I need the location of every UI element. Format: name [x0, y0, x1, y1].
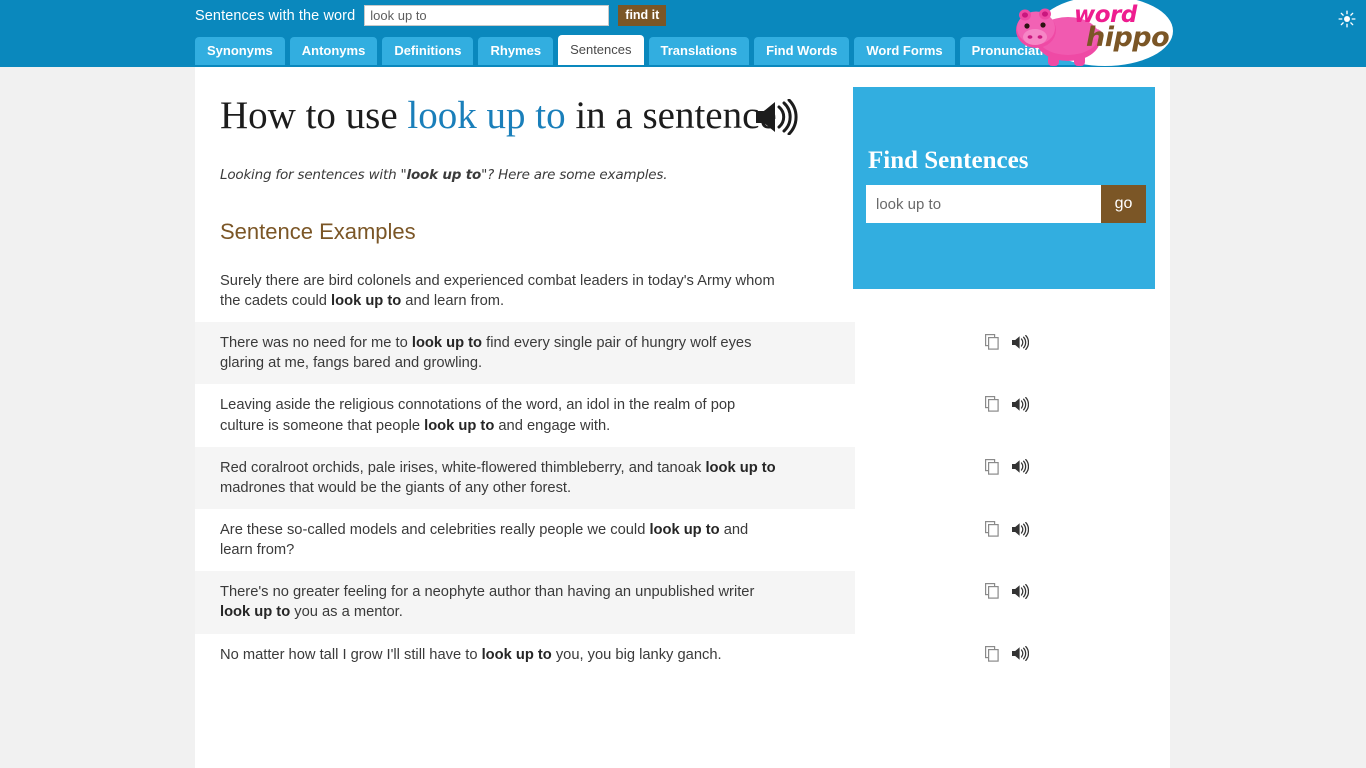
page-title-prefix: How to use [220, 94, 408, 137]
search-label: Sentences with the word [195, 7, 356, 24]
header-search-row: Sentences with the word find it [195, 5, 667, 26]
title-block: How to use look up to in a sentence [195, 67, 830, 141]
wordhippo-logo[interactable]: word hippo [1012, 0, 1177, 68]
sentence-pre: No matter how tall I grow I'll still hav… [220, 646, 482, 663]
sentence-post: and learn from. [401, 293, 505, 310]
top-header-bar: Sentences with the word find it Synonyms… [0, 0, 1366, 67]
sentence-keyword: look up to [649, 522, 720, 539]
sentence-post: you, you big lanky ganch. [551, 646, 722, 663]
sentence-row-actions [985, 645, 1030, 662]
tab-sentences[interactable]: Sentences [558, 35, 644, 65]
find-sentences-title: Find Sentences [868, 147, 1029, 174]
find-sentences-form: go [866, 185, 1146, 223]
speaker-icon[interactable] [1011, 334, 1030, 350]
subtitle-keyword: look up to [406, 166, 482, 183]
tab-antonyms[interactable]: Antonyms [289, 37, 378, 65]
sentence-post: you as a mentor. [290, 604, 403, 621]
find-sentences-panel: Find Sentences go [853, 87, 1155, 289]
sentence-row: There's no greater feeling for a neophyt… [195, 571, 1030, 634]
speaker-icon[interactable] [1011, 583, 1030, 599]
sentence-row-actions [985, 521, 1030, 537]
copy-icon[interactable] [985, 458, 999, 475]
copy-icon[interactable] [985, 583, 999, 600]
sentence-row-actions [985, 396, 1030, 413]
tab-find-words[interactable]: Find Words [754, 37, 850, 65]
sentence-keyword: look up to [220, 604, 291, 621]
sentence-pre: There's no greater feeling for a neophyt… [220, 584, 755, 601]
sentence-row-actions [985, 583, 1030, 600]
sentence-text: Red coralroot orchids, pale irises, whit… [220, 458, 776, 498]
sentence-text: There's no greater feeling for a neophyt… [220, 582, 776, 622]
sentence-keyword: look up to [331, 293, 402, 310]
sentence-list: Surely there are bird colonels and exper… [195, 259, 1030, 676]
sentence-text: Leaving aside the religious connotations… [220, 395, 776, 435]
speaker-icon[interactable] [1011, 521, 1030, 537]
sun-brightness-icon[interactable] [1338, 10, 1356, 28]
sentence-post: madrones that would be the giants of any… [220, 479, 572, 496]
tab-definitions[interactable]: Definitions [382, 37, 474, 65]
sentence-keyword: look up to [424, 417, 495, 434]
tab-word-forms[interactable]: Word Forms [854, 37, 955, 65]
search-input[interactable] [364, 5, 610, 26]
sentence-pre: Red coralroot orchids, pale irises, whit… [220, 459, 706, 476]
sentence-row: Are these so-called models and celebriti… [195, 509, 1030, 572]
nav-tabs: Synonyms Antonyms Definitions Rhymes Sen… [195, 35, 1079, 65]
find-sentences-input[interactable] [866, 185, 1101, 223]
section-heading: Sentence Examples [220, 218, 416, 244]
copy-icon[interactable] [985, 645, 999, 662]
copy-icon[interactable] [985, 521, 999, 537]
find-it-button[interactable]: find it [618, 5, 667, 26]
sentence-text: There was no need for me to look up to f… [220, 333, 776, 373]
sentence-text: Are these so-called models and celebriti… [220, 520, 776, 560]
sentence-pre: Are these so-called models and celebriti… [220, 522, 650, 539]
sentence-keyword: look up to [481, 646, 552, 663]
copy-icon[interactable] [985, 396, 999, 413]
sentence-row-actions [985, 334, 1030, 350]
subtitle-prefix: Looking for sentences with " [220, 166, 407, 183]
main-column: How to use look up to in a sentence Look… [195, 67, 1030, 676]
sentence-row: Red coralroot orchids, pale irises, whit… [195, 446, 1030, 510]
sentence-text: No matter how tall I grow I'll still hav… [220, 645, 776, 665]
speaker-icon[interactable] [754, 99, 798, 135]
sentence-post: and engage with. [494, 417, 611, 434]
sentence-keyword: look up to [705, 459, 776, 476]
tab-translations[interactable]: Translations [648, 37, 750, 65]
speaker-icon[interactable] [1011, 459, 1030, 475]
copy-icon[interactable] [985, 334, 999, 350]
sentence-row: No matter how tall I grow I'll still hav… [195, 633, 1030, 676]
logo-hippo-text: hippo [1086, 22, 1170, 53]
sentence-row-actions [985, 458, 1030, 475]
page-subtitle: Looking for sentences with "look up to"?… [220, 167, 855, 183]
sentence-pre: There was no need for me to [220, 335, 412, 352]
speaker-icon[interactable] [1011, 396, 1030, 413]
sentence-keyword: look up to [411, 335, 483, 352]
page-title-suffix: in a sentence [565, 94, 777, 137]
sentence-row: There was no need for me to look up to f… [195, 322, 1030, 385]
tab-rhymes[interactable]: Rhymes [478, 37, 554, 65]
page-content-area: How to use look up to in a sentence Look… [195, 67, 1170, 768]
sentence-row: Surely there are bird colonels and exper… [195, 259, 1030, 323]
sentence-row: Leaving aside the religious connotations… [195, 384, 1030, 447]
go-button[interactable]: go [1101, 185, 1146, 223]
sentence-text: Surely there are bird colonels and exper… [220, 271, 776, 311]
page-title-keyword: look up to [407, 94, 566, 137]
page-title: How to use look up to in a sentence [220, 91, 780, 141]
tab-synonyms[interactable]: Synonyms [195, 37, 285, 65]
subtitle-suffix: "? Here are some examples. [481, 166, 668, 183]
speaker-icon[interactable] [1011, 646, 1030, 662]
